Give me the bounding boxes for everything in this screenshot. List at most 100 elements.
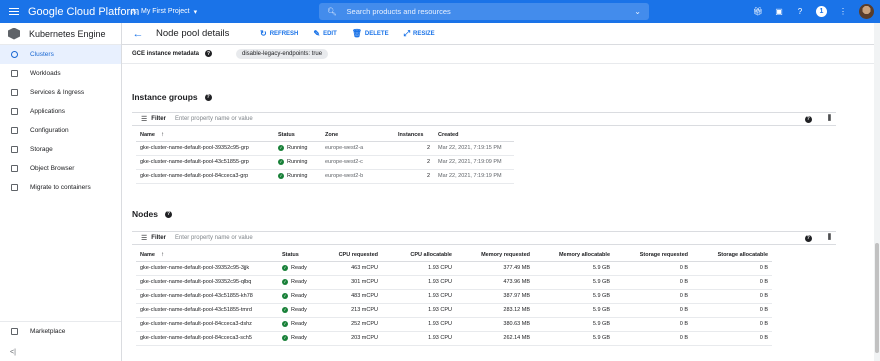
search-expand-icon[interactable]: ⌄ bbox=[634, 7, 641, 16]
metadata-row: GCE instance metadata ? bbox=[132, 50, 213, 57]
column-header-zone: Zone bbox=[321, 129, 394, 142]
node-status: ✓ Ready bbox=[278, 261, 326, 276]
check-circle-icon: ✓ bbox=[278, 144, 284, 151]
group-name[interactable]: gke-cluster-name-default-pool-43c51855-g… bbox=[136, 155, 274, 170]
node-cpu-allocatable: 1.93 CPU bbox=[382, 317, 456, 332]
node-storage-requested: 0 B bbox=[614, 303, 692, 318]
column-display-icon[interactable]: ⫼ bbox=[828, 115, 831, 123]
column-header-name[interactable]: Name ↑ bbox=[136, 249, 278, 262]
scrollbar[interactable] bbox=[874, 23, 880, 361]
node-name[interactable]: gke-cluster-name-default-pool-43c51855-t… bbox=[136, 303, 278, 318]
sidebar-item-services-ingress[interactable]: Services & Ingress bbox=[0, 83, 121, 102]
search-input[interactable]: Search products and resources bbox=[347, 7, 451, 16]
column-header-name[interactable]: Name ↑ bbox=[136, 129, 274, 142]
group-name[interactable]: gke-cluster-name-default-pool-84cceca3-g… bbox=[136, 169, 274, 184]
cloud-shell-icon[interactable]: ▣ bbox=[774, 7, 784, 17]
instance-groups-heading: Instance groups ? bbox=[132, 92, 212, 102]
back-arrow-icon[interactable]: ← bbox=[124, 28, 152, 40]
avatar[interactable] bbox=[859, 4, 874, 19]
brand-title[interactable]: Google Cloud Platform bbox=[28, 6, 139, 18]
project-icon: ⁂ bbox=[130, 8, 137, 16]
sidebar-item-applications[interactable]: Applications bbox=[0, 102, 121, 121]
sidebar-item-migrate[interactable]: Migrate to containers bbox=[0, 178, 121, 197]
resize-icon: ⤢ bbox=[403, 28, 410, 38]
help-icon[interactable]: ? bbox=[795, 7, 805, 17]
node-name[interactable]: gke-cluster-name-default-pool-43c51855-k… bbox=[136, 289, 278, 304]
column-header-status: Status bbox=[278, 249, 326, 262]
sidebar-item-storage[interactable]: Storage bbox=[0, 140, 121, 159]
collapse-sidebar-icon[interactable]: <| bbox=[10, 349, 16, 356]
help-icon[interactable]: ? bbox=[205, 50, 213, 57]
gift-icon[interactable]: 🎁︎ bbox=[753, 7, 763, 17]
instance-groups-filter-bar[interactable]: ☰ Filter Enter property name or value ? … bbox=[132, 112, 836, 126]
node-name[interactable]: gke-cluster-name-default-pool-39352c95-3… bbox=[136, 261, 278, 276]
sort-arrow-up-icon[interactable]: ↑ bbox=[161, 132, 164, 138]
group-zone: europe-west2-c bbox=[321, 155, 394, 170]
node-name[interactable]: gke-cluster-name-default-pool-84cceca3-d… bbox=[136, 317, 278, 332]
sidebar-item-label: Applications bbox=[30, 108, 66, 115]
sidebar-item-label: Workloads bbox=[30, 70, 61, 77]
filter-input[interactable]: Enter property name or value bbox=[175, 116, 253, 122]
table-header-row: Name ↑ Status Zone Instances Created bbox=[136, 129, 514, 142]
help-icon[interactable]: ? bbox=[164, 210, 172, 218]
node-memory-requested: 262.14 MB bbox=[456, 331, 534, 346]
more-vert-icon[interactable]: ⋮ bbox=[838, 7, 848, 17]
sort-arrow-up-icon[interactable]: ↑ bbox=[161, 252, 164, 258]
clusters-icon bbox=[11, 51, 18, 58]
action-bar: ← Node pool details ↻ REFRESH ✎ EDIT 🗑︎ DEL… bbox=[122, 23, 880, 45]
hamburger-menu-icon[interactable] bbox=[0, 0, 28, 23]
filter-actions: ? ⫼ bbox=[804, 115, 831, 123]
node-memory-requested: 473.96 MB bbox=[456, 275, 534, 290]
notification-badge[interactable]: 1 bbox=[816, 6, 827, 17]
edit-label: EDIT bbox=[323, 30, 337, 37]
table-row: gke-cluster-name-default-pool-39352c95-3… bbox=[136, 261, 772, 276]
check-circle-icon: ✓ bbox=[282, 292, 288, 299]
node-memory-allocatable: 5.9 GB bbox=[534, 275, 614, 290]
refresh-label: REFRESH bbox=[269, 30, 299, 37]
table-row: gke-cluster-name-default-pool-43c51855-g… bbox=[136, 155, 514, 170]
applications-icon bbox=[11, 108, 18, 115]
refresh-button[interactable]: ↻ REFRESH bbox=[260, 29, 298, 38]
metadata-chip: disable-legacy-endpoints: true bbox=[236, 49, 329, 59]
sidebar-item-workloads[interactable]: Workloads bbox=[0, 64, 121, 83]
resize-button[interactable]: ⤢ RESIZE bbox=[404, 29, 435, 39]
table-row: gke-cluster-name-default-pool-84cceca3-s… bbox=[136, 331, 772, 346]
top-icons: 🎁︎ ▣ ? 1 ⋮ bbox=[753, 0, 874, 23]
object-browser-icon bbox=[11, 165, 18, 172]
sidebar-item-marketplace[interactable]: Marketplace bbox=[0, 322, 121, 341]
sidebar-item-clusters[interactable]: Clusters bbox=[0, 45, 121, 64]
group-zone: europe-west2-b bbox=[321, 169, 394, 184]
project-selector[interactable]: ⁂ My First Project ▾ bbox=[130, 8, 197, 16]
instance-groups-title: Instance groups bbox=[132, 92, 198, 102]
node-memory-requested: 377.49 MB bbox=[456, 261, 534, 276]
nodes-filter-bar[interactable]: ☰ Filter Enter property name or value ? … bbox=[132, 231, 836, 245]
sidebar-item-object-browser[interactable]: Object Browser bbox=[0, 159, 121, 178]
node-memory-allocatable: 5.9 GB bbox=[534, 289, 614, 304]
edit-button[interactable]: ✎ EDIT bbox=[313, 29, 336, 38]
group-name[interactable]: gke-cluster-name-default-pool-39352c95-g… bbox=[136, 141, 274, 156]
group-created: Mar 22, 2021, 7:19:19 PM bbox=[434, 169, 514, 184]
node-status: ✓ Ready bbox=[278, 303, 326, 318]
table-row: gke-cluster-name-default-pool-39352c95-g… bbox=[136, 141, 514, 156]
help-icon[interactable]: ? bbox=[804, 115, 812, 123]
sidebar-item-configuration[interactable]: Configuration bbox=[0, 121, 121, 140]
help-icon[interactable]: ? bbox=[204, 93, 212, 101]
filter-input[interactable]: Enter property name or value bbox=[175, 235, 253, 241]
sidebar-item-label: Clusters bbox=[30, 51, 54, 58]
scrollbar-thumb[interactable] bbox=[875, 243, 879, 353]
nodes-heading: Nodes ? bbox=[132, 209, 172, 219]
table-row: gke-cluster-name-default-pool-84cceca3-d… bbox=[136, 317, 772, 332]
help-icon[interactable]: ? bbox=[804, 234, 812, 242]
node-status: ✓ Ready bbox=[278, 317, 326, 332]
column-label: Name bbox=[140, 131, 155, 138]
node-name[interactable]: gke-cluster-name-default-pool-39352c95-q… bbox=[136, 275, 278, 290]
node-cpu-requested: 463 mCPU bbox=[326, 261, 382, 276]
search-bar[interactable]: 🔍︎ Search products and resources ⌄ bbox=[319, 3, 649, 20]
sidebar-item-label: Storage bbox=[30, 146, 53, 153]
node-name[interactable]: gke-cluster-name-default-pool-84cceca3-s… bbox=[136, 331, 278, 346]
column-display-icon[interactable]: ⫼ bbox=[828, 234, 831, 242]
delete-button[interactable]: 🗑︎ DELETE bbox=[352, 29, 389, 38]
check-circle-icon: ✓ bbox=[282, 306, 288, 313]
group-status: ✓ Running bbox=[274, 141, 321, 156]
node-storage-allocatable: 0 B bbox=[692, 289, 772, 304]
